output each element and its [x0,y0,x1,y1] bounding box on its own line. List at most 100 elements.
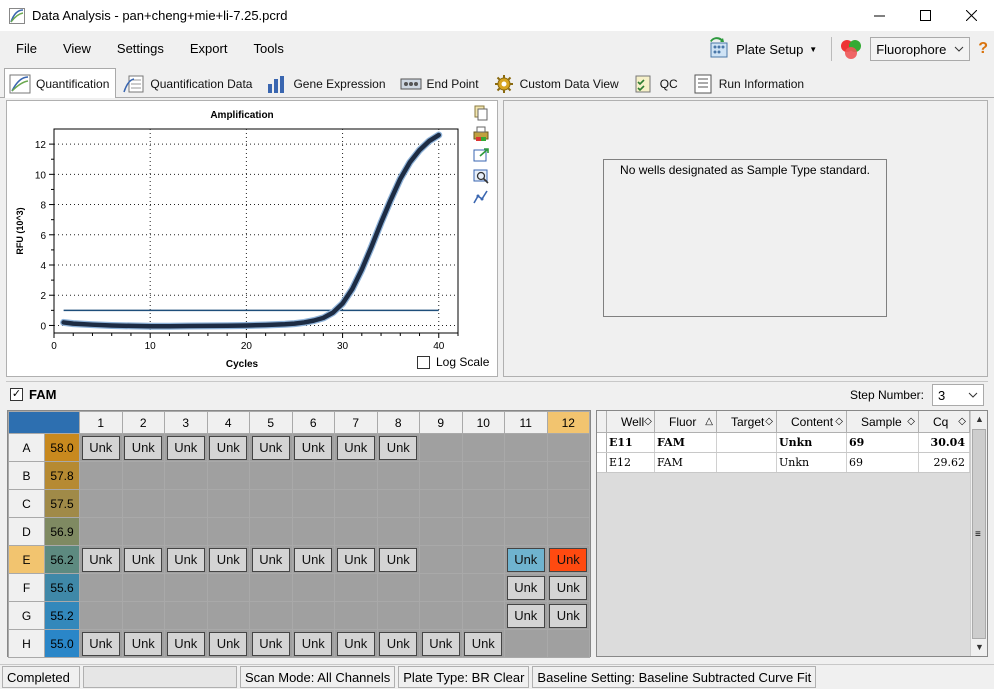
scroll-down-icon[interactable]: ▼ [971,639,988,656]
minimize-button[interactable] [856,0,902,31]
plate-well[interactable] [291,573,335,602]
table-row[interactable]: E11 FAM Unkn 69 30.04 [597,433,970,453]
plate-well[interactable] [419,461,463,490]
plate-well[interactable] [461,601,505,630]
plate-well[interactable]: Unk [164,545,208,574]
tab-quantification[interactable]: Quantification [4,68,117,98]
plate-well[interactable]: Unk [79,433,123,462]
plate-row-header[interactable]: A [8,433,45,462]
plate-well[interactable] [546,489,590,518]
plate-column-header[interactable]: 8 [376,411,420,434]
plate-well[interactable]: Unk [121,629,165,658]
plate-well[interactable]: Unk [376,629,420,658]
plate-well[interactable] [504,489,548,518]
plate-column-header[interactable]: 6 [291,411,335,434]
plate-well[interactable] [121,573,165,602]
plate-well[interactable] [376,517,420,546]
well-content-badge[interactable]: Unk [251,435,290,460]
plate-well[interactable]: Unk [504,601,548,630]
well-content-badge[interactable]: Unk [336,435,375,460]
plate-well[interactable] [206,601,250,630]
plate-well[interactable] [419,517,463,546]
plate-well[interactable] [461,433,505,462]
well-content-badge[interactable]: Unk [209,631,248,656]
plate-well[interactable]: Unk [206,433,250,462]
plate-well[interactable] [79,517,123,546]
plate-well[interactable]: Unk [461,629,505,658]
plate-well[interactable]: Unk [334,545,378,574]
results-column-header[interactable]: Target ◇ [717,411,777,432]
plate-well[interactable]: Unk [79,629,123,658]
plate-well[interactable] [121,461,165,490]
plate-well[interactable]: Unk [291,545,335,574]
plate-well[interactable] [164,601,208,630]
close-button[interactable] [948,0,994,31]
results-column-header[interactable]: Fluor △ [655,411,717,432]
plate-row-header[interactable]: H [8,629,45,658]
plate-well[interactable]: Unk [546,573,590,602]
plate-well[interactable]: Unk [206,629,250,658]
plate-well[interactable]: Unk [419,629,463,658]
menu-view[interactable]: View [53,41,101,56]
plate-column-header[interactable]: 3 [164,411,208,434]
fluorophore-select[interactable]: Fluorophore [870,37,971,61]
scroll-up-icon[interactable]: ▲ [971,411,988,428]
well-content-badge[interactable]: Unk [549,603,588,628]
plate-well[interactable]: Unk [121,433,165,462]
plate-well[interactable] [419,601,463,630]
plate-row-header[interactable]: D [8,517,45,546]
results-column-header[interactable]: Sample ◇ [847,411,919,432]
well-content-badge[interactable]: Unk [506,575,545,600]
plate-well[interactable] [419,489,463,518]
plate-column-header[interactable]: 4 [206,411,250,434]
well-content-badge[interactable]: Unk [379,631,418,656]
tab-qc[interactable]: QC [628,69,685,97]
fam-checkbox[interactable]: ✓ [10,388,23,401]
plate-row-header[interactable]: E [8,545,45,574]
plate-row-header[interactable]: C [8,489,45,518]
well-content-badge[interactable]: Unk [81,435,120,460]
plate-well[interactable] [419,573,463,602]
copy-icon[interactable] [473,105,489,121]
plate-row-header[interactable]: B [8,461,45,490]
plate-column-header[interactable]: 12 [546,411,590,434]
plate-well[interactable] [376,573,420,602]
plate-well[interactable] [249,489,293,518]
well-content-badge[interactable]: Unk [251,547,290,572]
well-content-badge[interactable]: Unk [81,547,120,572]
plate-well[interactable] [164,573,208,602]
results-column-header[interactable]: Well ◇ [607,411,655,432]
plate-well[interactable] [79,489,123,518]
well-content-badge[interactable]: Unk [124,547,163,572]
plate-well[interactable] [461,573,505,602]
plate-well[interactable] [249,517,293,546]
plate-well[interactable] [291,489,335,518]
plate-well[interactable] [504,517,548,546]
well-groups-icon[interactable] [838,37,864,61]
plate-well[interactable]: Unk [334,629,378,658]
trace-styles-icon[interactable] [473,189,489,205]
plate-well[interactable] [249,461,293,490]
plate-well[interactable]: Unk [504,545,548,574]
plate-well[interactable] [79,573,123,602]
log-scale-checkbox[interactable]: Log Scale [417,355,489,369]
plate-well[interactable] [334,489,378,518]
plate-setup-button[interactable]: Plate Setup ▼ [708,37,817,61]
well-content-badge[interactable]: Unk [166,435,205,460]
well-content-badge[interactable]: Unk [209,547,248,572]
well-content-badge[interactable]: Unk [421,631,460,656]
export-image-icon[interactable] [473,147,489,163]
well-content-badge[interactable]: Unk [294,547,333,572]
well-content-badge[interactable]: Unk [506,547,545,572]
print-icon[interactable] [473,126,489,142]
tab-gene-expression[interactable]: Gene Expression [261,69,392,97]
plate-well[interactable] [206,461,250,490]
plate-well[interactable] [79,601,123,630]
menu-file[interactable]: File [6,41,47,56]
plate-corner-select-all[interactable] [8,411,80,434]
plate-well[interactable] [461,545,505,574]
plate-well[interactable]: Unk [164,433,208,462]
plate-well[interactable] [504,433,548,462]
plate-well[interactable] [249,601,293,630]
well-content-badge[interactable]: Unk [166,631,205,656]
